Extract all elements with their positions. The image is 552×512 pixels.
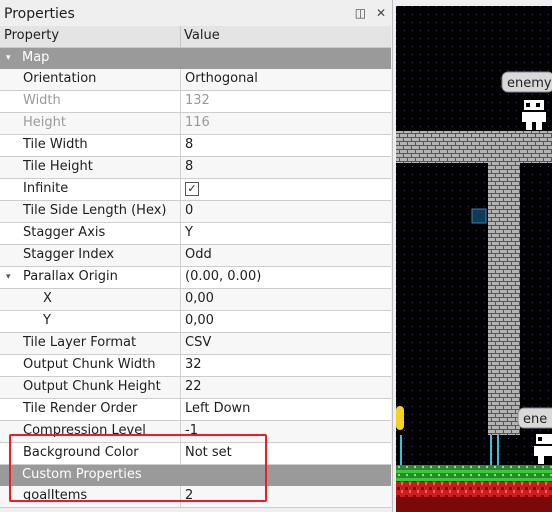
- enemy-sprite: [520, 98, 548, 130]
- property-value[interactable]: 116: [185, 115, 210, 130]
- panel-titlebar: Properties ◫ ✕: [0, 4, 392, 24]
- brick-platform: [396, 131, 552, 163]
- property-name: Parallax Origin: [23, 269, 118, 284]
- property-row[interactable]: Tile Height 8: [0, 157, 391, 179]
- property-row[interactable]: Tile Side Length (Hex) 0: [0, 201, 391, 223]
- property-value[interactable]: Left Down: [185, 401, 250, 416]
- property-value[interactable]: 8: [185, 159, 193, 174]
- property-row[interactable]: Width 132: [0, 91, 391, 113]
- collapse-arrow-icon[interactable]: ▾: [6, 53, 11, 63]
- property-row[interactable]: X 0,00: [0, 289, 391, 311]
- infinite-checkbox[interactable]: ✓: [185, 182, 199, 196]
- enemy-label-text: enemy: [507, 76, 552, 91]
- property-value[interactable]: 32: [185, 357, 202, 372]
- property-row[interactable]: Output Chunk Height 22: [0, 377, 391, 399]
- lava-strip: [396, 481, 552, 497]
- property-name: Tile Layer Format: [23, 335, 137, 350]
- enemy-label-2: ene: [517, 407, 552, 429]
- properties-panel: Properties ◫ ✕ Property Value ▾ Map Orient…: [0, 0, 393, 512]
- property-name: Tile Render Order: [23, 401, 138, 416]
- table-header: Property Value: [0, 26, 391, 48]
- panel-title: Properties: [4, 6, 75, 22]
- group-label: Map: [22, 50, 50, 65]
- enemy-label: enemy: [501, 71, 552, 93]
- brick-pillar: [488, 163, 520, 435]
- property-row[interactable]: Y 0,00: [0, 311, 391, 333]
- column-header-value[interactable]: Value: [184, 28, 220, 43]
- property-value[interactable]: 0,00: [185, 291, 214, 306]
- property-name: Stagger Axis: [23, 225, 106, 240]
- enemy-label-2-text: ene: [523, 412, 547, 427]
- property-name: X: [43, 291, 52, 306]
- property-name: Infinite: [23, 181, 69, 196]
- property-name: Width: [23, 93, 61, 108]
- property-row[interactable]: ▾ Parallax Origin (0.00, 0.00): [0, 267, 391, 289]
- property-row[interactable]: Height 116: [0, 113, 391, 135]
- property-name: Tile Width: [23, 137, 88, 152]
- property-value[interactable]: Orthogonal: [185, 71, 258, 86]
- property-name: Output Chunk Height: [23, 379, 161, 394]
- property-value[interactable]: 132: [185, 93, 210, 108]
- property-row[interactable]: Tile Render Order Left Down: [0, 399, 391, 421]
- property-name: Tile Height: [23, 159, 93, 174]
- property-name: Y: [43, 313, 51, 328]
- property-value[interactable]: 8: [185, 137, 193, 152]
- property-row[interactable]: Infinite ✓: [0, 179, 391, 201]
- close-panel-button[interactable]: ✕: [376, 6, 386, 20]
- property-row[interactable]: Tile Width 8: [0, 135, 391, 157]
- property-row[interactable]: Orientation Orthogonal: [0, 69, 391, 91]
- property-value[interactable]: Y: [185, 225, 193, 240]
- enemy-sprite-2: [534, 432, 552, 464]
- property-name: Tile Side Length (Hex): [23, 203, 167, 218]
- property-name: Stagger Index: [23, 247, 115, 262]
- property-row[interactable]: Output Chunk Width 32: [0, 355, 391, 377]
- highlight-box: [9, 434, 267, 502]
- property-value[interactable]: CSV: [185, 335, 211, 350]
- property-row[interactable]: Tile Layer Format CSV: [0, 333, 391, 355]
- map-canvas: enemy ene: [396, 6, 552, 512]
- float-panel-button[interactable]: ◫: [355, 6, 366, 20]
- expand-arrow-icon[interactable]: ▾: [6, 272, 11, 282]
- property-name: Height: [23, 115, 66, 130]
- map-view[interactable]: enemy ene: [396, 6, 552, 512]
- property-row[interactable]: Stagger Axis Y: [0, 223, 391, 245]
- property-row[interactable]: Stagger Index Odd: [0, 245, 391, 267]
- property-value[interactable]: 0,00: [185, 313, 214, 328]
- property-value[interactable]: Odd: [185, 247, 212, 262]
- column-header-property[interactable]: Property: [4, 28, 59, 43]
- group-row-map[interactable]: ▾ Map: [0, 48, 391, 69]
- property-value[interactable]: 0: [185, 203, 193, 218]
- property-name: Output Chunk Width: [23, 357, 156, 372]
- property-name: Orientation: [23, 71, 97, 86]
- grass-strip: [396, 465, 552, 481]
- property-value[interactable]: 22: [185, 379, 202, 394]
- property-value[interactable]: (0.00, 0.00): [185, 269, 261, 284]
